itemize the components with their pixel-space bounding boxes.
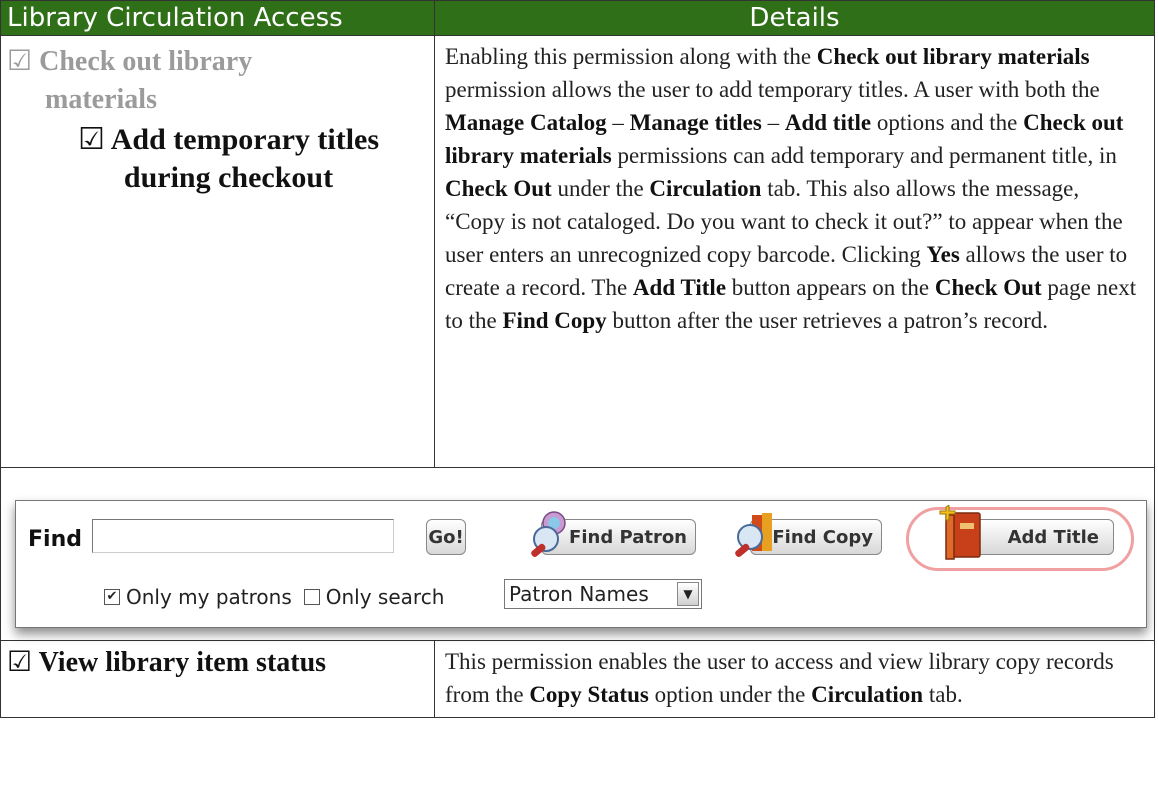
desc-bold: Circulation (649, 176, 762, 201)
find-copy-label: Find Copy (772, 526, 873, 548)
search-type-select[interactable]: Patron Names ▼ (504, 579, 702, 609)
header-details: Details (434, 0, 1155, 36)
parent-permission: ☑ Check out library materials (7, 42, 430, 119)
child-permission-line2: during checkout (123, 161, 334, 194)
desc-bold: Circulation (811, 682, 924, 707)
desc-text: button after the user retrieves a patron… (606, 308, 1048, 333)
desc-text: permission allows the user to add tempor… (445, 77, 1100, 102)
only-my-patrons-label: Only my patrons (126, 585, 292, 609)
only-search-checkbox[interactable] (303, 589, 320, 605)
only-search-label: Only search (325, 585, 445, 609)
find-patron-label: Find Patron (569, 526, 687, 548)
only-my-patrons-checkbox[interactable]: ✔ (104, 589, 120, 605)
desc-bold: Yes (926, 242, 960, 267)
permission-label: View library item status (38, 647, 327, 678)
desc-bold: Find Copy (502, 308, 607, 333)
checkout-toolbar-screenshot: Find Go! Find Patron Find Copy Add Title… (15, 500, 1147, 628)
search-type-value: Patron Names (509, 582, 649, 606)
desc-bold: Manage titles (629, 110, 762, 135)
table-row: ☑ Check out library materials ☑ Add temp… (0, 35, 1155, 468)
add-title-label: Add Title (1007, 526, 1099, 548)
add-title-book-icon (936, 504, 988, 567)
desc-text: permissions can add temporary and perman… (611, 143, 1117, 168)
checkbox-checked-icon: ☑ (77, 122, 105, 157)
desc-bold: Manage Catalog (445, 110, 607, 135)
desc-bold: Check Out (934, 275, 1042, 300)
dropdown-arrow-icon[interactable]: ▼ (677, 582, 699, 606)
permission-cell: ☑ View library item status (0, 640, 435, 718)
desc-text: – (606, 110, 630, 135)
desc-text: options and the (871, 110, 1024, 135)
desc-bold: Check out library materials (816, 44, 1090, 69)
table-header-row: Library Circulation Access Details (0, 0, 1155, 36)
permission-description: Enabling this permission along with the … (434, 35, 1155, 468)
find-patron-icon (528, 509, 576, 565)
desc-bold: Check Out (445, 176, 552, 201)
child-permission: ☑ Add temporary titles during checkout (7, 121, 430, 197)
desc-bold: Copy Status (529, 682, 649, 707)
checkbox-checked-icon: ☑ (7, 645, 33, 678)
permission-description: This permission enables the user to acce… (434, 640, 1155, 718)
find-input[interactable] (92, 519, 394, 553)
desc-text: option under the (648, 682, 812, 707)
header-access: Library Circulation Access (0, 0, 435, 36)
desc-text: Enabling this permission along with the (445, 44, 817, 69)
desc-text: button appears on the (726, 275, 935, 300)
checkbox-checked-icon: ☑ (7, 44, 33, 77)
desc-text: – (761, 110, 785, 135)
table-row: ☑ View library item status This permissi… (0, 640, 1155, 718)
find-copy-icon (732, 509, 780, 565)
parent-permission-line2: materials (45, 84, 157, 115)
screenshot-cell: Find Go! Find Patron Find Copy Add Title… (0, 467, 1155, 641)
table-row: Find Go! Find Patron Find Copy Add Title… (0, 467, 1155, 641)
parent-permission-line1: Check out library (39, 46, 253, 77)
desc-bold: Add Title (632, 275, 727, 300)
desc-text: under the (551, 176, 650, 201)
search-options-row: ✔ Only my patrons Only search (104, 585, 444, 609)
go-button[interactable]: Go! (426, 519, 466, 555)
child-permission-line1: Add temporary titles (110, 123, 380, 156)
desc-bold: Add title (784, 110, 872, 135)
desc-text: tab. (923, 682, 963, 707)
permission-cell: ☑ Check out library materials ☑ Add temp… (0, 35, 435, 468)
permissions-table: Library Circulation Access Details ☑ Che… (0, 0, 1155, 718)
find-label: Find (28, 527, 82, 552)
